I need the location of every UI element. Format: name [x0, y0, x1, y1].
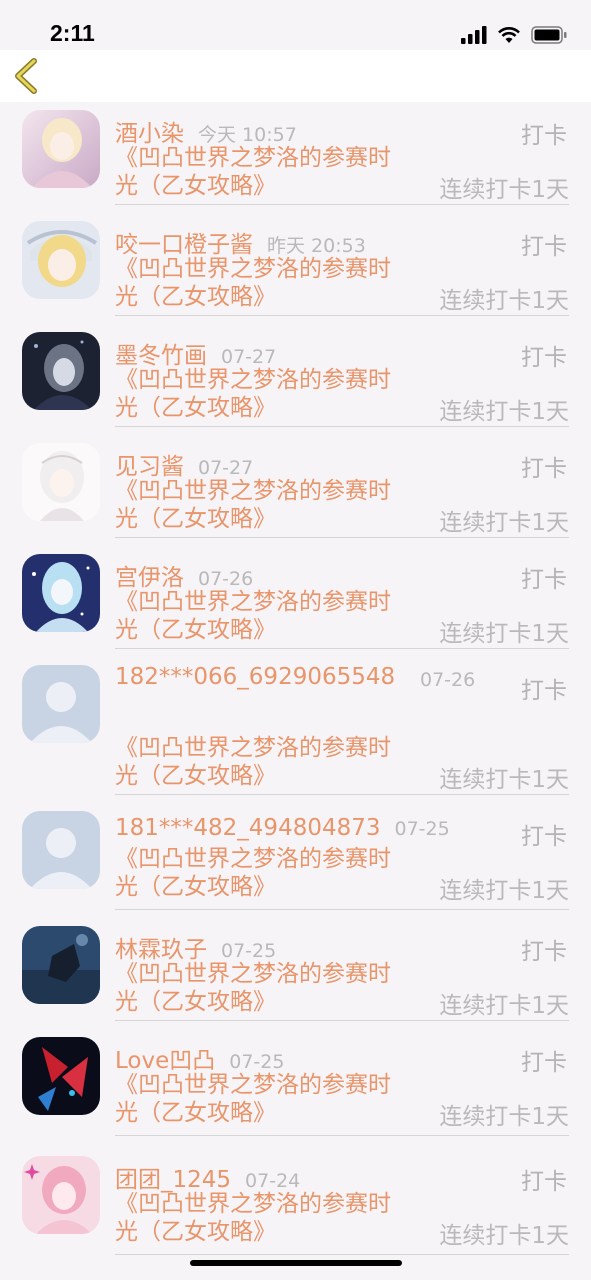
- list-item[interactable]: 咬一口橙子酱 昨天 20:53 打卡 《凹凸世界之梦洛的参赛时光（乙女攻略》 连续…: [0, 213, 591, 324]
- chevron-left-icon: [15, 58, 37, 94]
- book-title[interactable]: 《凹凸世界之梦洛的参赛时光（乙女攻略》: [115, 1071, 400, 1127]
- divider: [115, 1254, 569, 1255]
- book-title[interactable]: 《凹凸世界之梦洛的参赛时光（乙女攻略》: [115, 588, 400, 644]
- cellular-signal-icon: [461, 26, 487, 44]
- list-item[interactable]: 见习酱 07-27 打卡 《凹凸世界之梦洛的参赛时光（乙女攻略》 连续打卡1天: [0, 435, 591, 546]
- streak-label: 连续打卡1天: [439, 767, 569, 793]
- avatar[interactable]: [22, 443, 100, 521]
- streak-label: 连续打卡1天: [439, 177, 569, 203]
- name-line: 墨冬竹画 07-27: [115, 336, 276, 370]
- list-item[interactable]: 宫伊洛 07-26 打卡 《凹凸世界之梦洛的参赛时光（乙女攻略》 连续打卡1天: [0, 546, 591, 657]
- avatar[interactable]: [22, 926, 100, 1004]
- divider: [115, 426, 569, 427]
- streak-label: 连续打卡1天: [439, 510, 569, 536]
- list-item[interactable]: 181***482_494804873 07-25 打卡 《凹凸世界之梦洛的参赛时…: [0, 803, 591, 918]
- divider: [115, 537, 569, 538]
- streak-label: 连续打卡1天: [439, 1223, 569, 1249]
- checkin-time: 07-25: [221, 940, 277, 962]
- list-item[interactable]: Love凹凸 07-25 打卡 《凹凸世界之梦洛的参赛时光（乙女攻略》 连续打卡1…: [0, 1029, 591, 1144]
- checkin-time: 07-25: [394, 818, 450, 840]
- home-indicator: [190, 1260, 402, 1266]
- user-name[interactable]: 182***066_6929065548: [115, 661, 407, 693]
- name-line: 酒小染 今天 10:57: [115, 114, 297, 148]
- checkin-action: 打卡: [521, 678, 567, 704]
- list-item[interactable]: 墨冬竹画 07-27 打卡 《凹凸世界之梦洛的参赛时光（乙女攻略》 连续打卡1天: [0, 324, 591, 435]
- checkin-action: 打卡: [521, 1050, 567, 1076]
- checkin-time: 07-27: [198, 457, 254, 479]
- name-line: 团团_1245 07-24: [115, 1160, 300, 1194]
- checkin-action: 打卡: [521, 345, 567, 371]
- avatar[interactable]: [22, 554, 100, 632]
- book-title[interactable]: 《凹凸世界之梦洛的参赛时光（乙女攻略》: [115, 477, 400, 533]
- default-avatar-icon: [22, 665, 100, 743]
- divider: [115, 648, 569, 649]
- streak-label: 连续打卡1天: [439, 288, 569, 314]
- checkin-time: 07-26: [420, 669, 476, 691]
- divider: [115, 1135, 569, 1136]
- name-line: 181***482_494804873 07-25: [115, 815, 450, 841]
- divider: [115, 315, 569, 316]
- nav-bar: [0, 50, 591, 102]
- checkin-time: 昨天 20:53: [267, 235, 366, 257]
- avatar[interactable]: [22, 332, 100, 410]
- avatar[interactable]: [22, 811, 100, 889]
- default-avatar-icon: [22, 811, 100, 889]
- avatar[interactable]: [22, 221, 100, 299]
- list-item[interactable]: 林霖玖子 07-25 打卡 《凹凸世界之梦洛的参赛时光（乙女攻略》 连续打卡1天: [0, 918, 591, 1029]
- checkin-action: 打卡: [521, 234, 567, 260]
- checkin-action: 打卡: [521, 1169, 567, 1195]
- book-title[interactable]: 《凹凸世界之梦洛的参赛时光（乙女攻略》: [115, 366, 400, 422]
- name-line: 见习酱 07-27: [115, 447, 253, 481]
- book-title[interactable]: 《凹凸世界之梦洛的参赛时光（乙女攻略》: [115, 960, 400, 1016]
- list-item[interactable]: 团团_1245 07-24 打卡 《凹凸世界之梦洛的参赛时光（乙女攻略》 连续打卡…: [0, 1144, 591, 1264]
- status-time: 2:11: [50, 20, 95, 46]
- checkin-time: 07-25: [229, 1051, 285, 1073]
- checkin-action: 打卡: [521, 456, 567, 482]
- checkin-action: 打卡: [521, 824, 567, 850]
- book-title[interactable]: 《凹凸世界之梦洛的参赛时光（乙女攻略》: [115, 734, 400, 790]
- streak-label: 连续打卡1天: [439, 399, 569, 425]
- checkin-time: 07-24: [245, 1170, 301, 1192]
- streak-label: 连续打卡1天: [439, 1104, 569, 1130]
- battery-icon: [531, 26, 567, 44]
- user-name[interactable]: 181***482_494804873: [115, 815, 381, 841]
- wifi-icon: [498, 27, 520, 43]
- checkin-action: 打卡: [521, 939, 567, 965]
- book-title[interactable]: 《凹凸世界之梦洛的参赛时光（乙女攻略》: [115, 845, 400, 901]
- divider: [115, 794, 569, 795]
- status-icons: [461, 22, 567, 48]
- avatar[interactable]: [22, 1037, 100, 1115]
- checkin-time: 07-26: [198, 568, 254, 590]
- book-title[interactable]: 《凹凸世界之梦洛的参赛时光（乙女攻略》: [115, 255, 400, 311]
- list-item[interactable]: 酒小染 今天 10:57 打卡 《凹凸世界之梦洛的参赛时光（乙女攻略》 连续打卡1…: [0, 102, 591, 213]
- avatar[interactable]: [22, 1156, 100, 1234]
- divider: [115, 909, 569, 910]
- back-button[interactable]: [12, 58, 42, 94]
- divider: [115, 1020, 569, 1021]
- book-title[interactable]: 《凹凸世界之梦洛的参赛时光（乙女攻略》: [115, 144, 400, 200]
- streak-label: 连续打卡1天: [439, 993, 569, 1019]
- status-bar: 2:11: [0, 0, 591, 50]
- avatar[interactable]: [22, 665, 100, 743]
- divider: [115, 204, 569, 205]
- avatar[interactable]: [22, 110, 100, 188]
- checkin-action: 打卡: [521, 567, 567, 593]
- name-line: 宫伊洛 07-26: [115, 558, 253, 592]
- streak-label: 连续打卡1天: [439, 621, 569, 647]
- list-item[interactable]: 182***066_6929065548 07-26 打卡 《凹凸世界之梦洛的参…: [0, 657, 591, 803]
- name-line: 林霖玖子 07-25: [115, 930, 276, 964]
- name-line: 咬一口橙子酱 昨天 20:53: [115, 225, 366, 259]
- book-title[interactable]: 《凹凸世界之梦洛的参赛时光（乙女攻略》: [115, 1190, 400, 1246]
- checkin-list: 酒小染 今天 10:57 打卡 《凹凸世界之梦洛的参赛时光（乙女攻略》 连续打卡1…: [0, 102, 591, 1264]
- checkin-action: 打卡: [521, 123, 567, 149]
- checkin-time: 今天 10:57: [198, 124, 297, 146]
- name-line: Love凹凸 07-25: [115, 1041, 284, 1075]
- streak-label: 连续打卡1天: [439, 878, 569, 904]
- checkin-time: 07-27: [221, 346, 277, 368]
